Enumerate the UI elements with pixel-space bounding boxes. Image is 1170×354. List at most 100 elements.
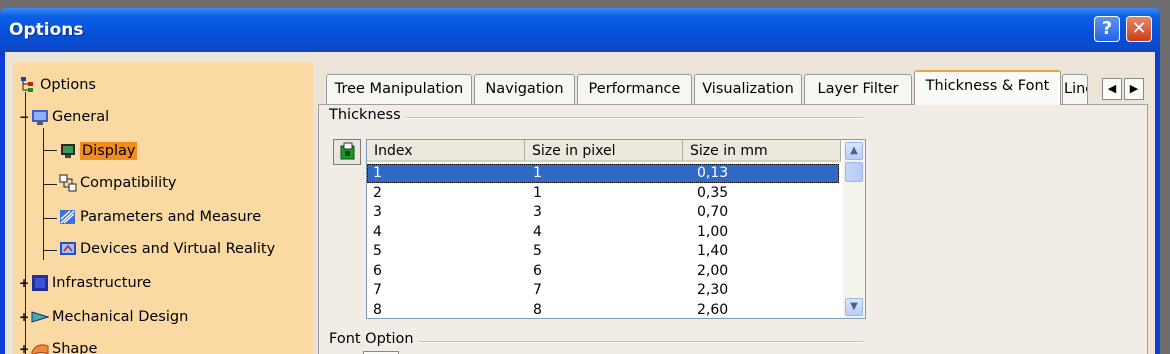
shape-icon [31,340,49,354]
tree-item-infrastructure[interactable]: + Infrastructure [19,271,151,295]
cell-size-pixel: 1 [533,185,542,201]
tree-item-compatibility[interactable]: Compatibility [59,171,176,195]
tab-scroll-left-icon[interactable]: ◀ [1102,78,1122,100]
tree-item-label: Infrastructure [52,275,152,291]
scroll-up-icon[interactable]: ▲ [845,142,863,160]
expand-icon[interactable]: + [19,342,31,354]
tree-item-label: Mechanical Design [52,309,189,325]
options-tree-icon [19,76,37,94]
table-row[interactable]: 4 4 1,00 [367,223,839,242]
scroll-thumb[interactable] [845,162,863,182]
cell-index: 7 [373,282,382,298]
infrastructure-icon [31,274,49,292]
group-divider [397,117,863,119]
tree-connector [43,128,44,260]
cell-index: 8 [373,302,382,318]
cell-size-mm: 2,30 [697,282,729,298]
tree-item-general[interactable]: − General [19,105,109,129]
table-row[interactable]: 3 3 0,70 [367,203,839,222]
tree-item-parameters[interactable]: Parameters and Measure [59,205,261,229]
tree-item-shape[interactable]: + Shape [19,337,97,354]
table-row[interactable]: 5 5 1,40 [367,242,839,261]
tab-performance[interactable]: Performance [577,74,692,104]
expand-icon[interactable]: + [19,276,31,290]
cell-size-mm: 1,00 [697,224,729,240]
tree-connector [43,250,57,251]
thickness-font-page: Thickness Index Size in pixel Size in mm… [318,104,1148,354]
cell-index: 1 [373,165,382,181]
options-dialog: Options ? ✕ Options − General Display Co… [0,8,1160,354]
cell-size-mm: 0,35 [697,185,729,201]
cell-size-pixel: 4 [533,224,542,240]
cell-index: 3 [373,204,382,220]
cell-size-pixel: 8 [533,302,542,318]
cell-size-pixel: 3 [533,204,542,220]
tab-line[interactable]: Line [1062,74,1088,104]
add-icon [340,142,355,160]
table-row[interactable]: 7 7 2,30 [367,281,839,300]
table-row[interactable]: 1 1 0,13 [367,164,839,183]
compatibility-icon [59,174,77,192]
table-row[interactable]: 8 8 2,60 [367,301,839,318]
close-button[interactable]: ✕ [1126,16,1152,42]
expand-icon[interactable]: + [19,310,31,324]
column-header-size-pixel[interactable]: Size in pixel [525,140,683,162]
tree-item-label: Options [40,77,96,93]
tab-tree-manipulation[interactable]: Tree Manipulation [326,74,472,104]
column-header-index[interactable]: Index [367,140,525,162]
table-row[interactable]: 2 1 0,35 [367,184,839,203]
tree-item-label: Compatibility [80,175,177,191]
table-scrollbar[interactable]: ▲ ▼ [843,140,865,318]
tab-strip: Tree Manipulation Navigation Performance… [318,70,1148,105]
cell-index: 6 [373,263,382,279]
tree-item-mechanical-design[interactable]: + Mechanical Design [19,305,188,329]
tree-item-options-root[interactable]: Options [19,73,96,97]
add-thickness-button[interactable] [333,139,361,165]
font-option-group-title: Font Option [329,331,418,347]
title-bar[interactable]: Options ? ✕ [0,8,1160,52]
tree-connector [43,184,57,185]
mechanical-design-icon [31,308,50,326]
general-icon [31,108,49,126]
cell-size-pixel: 7 [533,282,542,298]
tree-item-display[interactable]: Display [59,139,138,163]
tree-item-label: Shape [52,341,98,354]
dialog-body: Options − General Display Compatibility … [5,52,1155,354]
tab-navigation[interactable]: Navigation [474,74,575,104]
column-header-size-mm[interactable]: Size in mm [683,140,841,162]
cell-size-mm: 0,13 [697,165,729,181]
cell-size-pixel: 5 [533,243,542,259]
table-row[interactable]: 6 6 2,00 [367,262,839,281]
tree-connector [43,150,57,151]
collapse-icon[interactable]: − [19,110,31,124]
tree-item-devices[interactable]: Devices and Virtual Reality [59,237,275,261]
cell-size-mm: 0,70 [697,204,729,220]
cell-index: 2 [373,185,382,201]
tree-item-label: Parameters and Measure [80,209,262,225]
cell-size-mm: 2,60 [697,302,729,318]
display-icon [59,142,77,160]
tab-scroll-right-icon[interactable]: ▶ [1124,78,1144,100]
cell-index: 5 [373,243,382,259]
tab-visualization[interactable]: Visualization [694,74,802,104]
thickness-group-title: Thickness [329,107,405,123]
tree-connector [43,218,57,219]
group-divider [419,341,863,343]
cell-size-pixel: 1 [533,165,542,181]
help-button[interactable]: ? [1094,16,1120,42]
cell-index: 4 [373,224,382,240]
tree-item-label: General [52,109,110,125]
scroll-down-icon[interactable]: ▼ [845,298,863,316]
tree-item-label: Display [80,142,138,160]
thickness-table[interactable]: Index Size in pixel Size in mm 1 1 0,13 … [366,139,866,319]
devices-icon [59,240,77,258]
cell-size-mm: 1,40 [697,243,729,259]
cell-size-mm: 2,00 [697,263,729,279]
parameters-icon [59,208,77,226]
tree-item-label: Devices and Virtual Reality [80,241,276,257]
tab-layer-filter[interactable]: Layer Filter [804,74,912,104]
cell-size-pixel: 6 [533,263,542,279]
table-header: Index Size in pixel Size in mm [367,140,843,162]
options-tree: Options − General Display Compatibility … [13,62,313,354]
tab-thickness-font[interactable]: Thickness & Font [914,70,1061,105]
